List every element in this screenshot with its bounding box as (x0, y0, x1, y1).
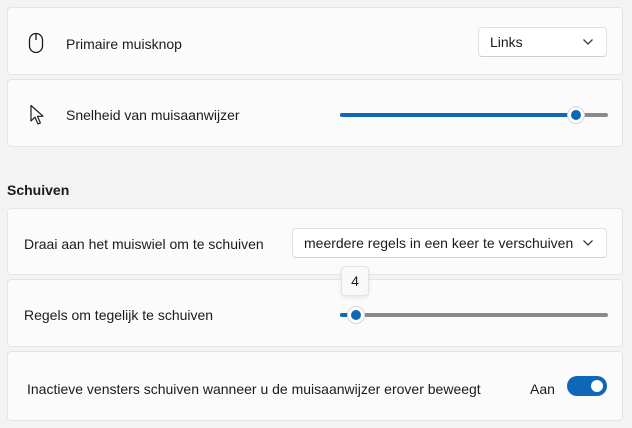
pointer-speed-slider[interactable] (340, 106, 608, 124)
mouse-icon (28, 32, 44, 54)
lines-to-scroll-value-tooltip: 4 (341, 266, 369, 296)
lines-to-scroll-card: Regels om tegelijk te schuiven (7, 279, 623, 347)
inactive-scroll-card: Inactieve vensters schuiven wanneer u de… (7, 351, 623, 421)
primary-button-dropdown[interactable]: Links (478, 27, 607, 57)
scroll-wheel-card: Draai aan het muiswiel om te schuiven me… (7, 208, 623, 275)
inactive-scroll-toggle[interactable] (567, 376, 607, 396)
chevron-down-icon (583, 240, 593, 246)
toggle-knob (591, 380, 603, 392)
pointer-speed-label: Snelheid van muisaanwijzer (66, 107, 240, 123)
scroll-wheel-dropdown[interactable]: meerdere regels in een keer te verschuiv… (292, 228, 607, 258)
lines-to-scroll-label: Regels om tegelijk te schuiven (24, 307, 214, 323)
lines-to-scroll-slider-thumb[interactable] (347, 306, 365, 324)
lines-to-scroll-slider[interactable] (340, 306, 608, 324)
pointer-speed-slider-fill (340, 113, 576, 117)
scroll-wheel-label: Draai aan het muiswiel om te schuiven (24, 236, 264, 252)
primary-button-value: Links (490, 34, 523, 50)
inactive-scroll-state: Aan (530, 381, 555, 397)
pointer-speed-card: Snelheid van muisaanwijzer (7, 79, 623, 147)
inactive-scroll-label: Inactieve vensters schuiven wanneer u de… (27, 381, 481, 397)
scroll-wheel-value: meerdere regels in een keer te verschuiv… (304, 235, 574, 251)
primary-button-card: Primaire muisknop Links (7, 7, 623, 75)
primary-button-label: Primaire muisknop (66, 36, 182, 52)
mouse-settings-page: Primaire muisknop Links Snelheid van mui… (0, 0, 632, 428)
section-title-scroll: Schuiven (7, 182, 70, 198)
pointer-icon (30, 104, 44, 125)
pointer-speed-slider-thumb[interactable] (567, 106, 585, 124)
chevron-down-icon (583, 39, 593, 45)
